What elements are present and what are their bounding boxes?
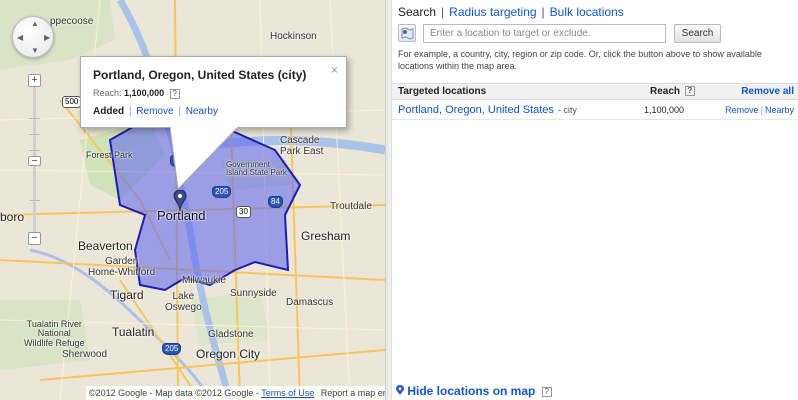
popup-reach: Reach: 1,100,000 ? (93, 88, 334, 99)
map-label: Garden Home-Whitford (88, 256, 156, 278)
map-label: Tualatin (112, 325, 155, 339)
pan-right-icon[interactable]: ▶ (44, 34, 50, 42)
map-label: Troutdale (330, 201, 372, 212)
map-label: Sunnyside (230, 288, 277, 299)
separator: | (128, 105, 132, 117)
popup-actions: Added | Remove | Nearby (93, 106, 334, 117)
search-button[interactable]: Search (674, 24, 721, 43)
targeting-panel: Search | Radius targeting | Bulk locations S… (392, 0, 798, 400)
map-label: Tigard (110, 288, 144, 302)
table-row: Portland, Oregon, United States - city 1,… (392, 101, 798, 120)
zoom-slider-handle[interactable]: − (28, 156, 41, 167)
separator: | (760, 105, 763, 115)
tab-bulk-locations[interactable]: Bulk locations (550, 5, 624, 19)
location-reach: 1,100,000 (644, 105, 685, 115)
report-error-link[interactable]: Report a map error (321, 388, 385, 398)
reach-label: Reach: (93, 88, 122, 98)
added-status: Added (93, 105, 125, 117)
terms-of-use-link[interactable]: Terms of Use (261, 388, 314, 398)
map-label: Tualatin River National Wildlife Refuge (24, 319, 85, 348)
map-attribution: ©2012 Google - Map data ©2012 Google - T… (86, 386, 385, 400)
zoom-tick (29, 150, 40, 151)
map-label: Lake Oswego (165, 291, 202, 313)
map-pin-icon (401, 27, 414, 40)
location-search-input[interactable] (423, 24, 666, 43)
column-header-location: Targeted locations (398, 86, 487, 97)
location-name[interactable]: Portland, Oregon, United States (398, 104, 554, 116)
location-marker-icon[interactable] (173, 190, 187, 212)
map-label: Beaverton (78, 239, 133, 253)
map-label: Forest Park (86, 150, 133, 160)
panel-divider[interactable] (385, 0, 392, 400)
map-label: Oregon City (196, 347, 261, 361)
map-label: Gladstone (208, 329, 254, 340)
pan-left-icon[interactable]: ◀ (17, 34, 23, 42)
zoom-tick (29, 200, 40, 201)
map-label: Cascade Park East (280, 135, 324, 157)
help-icon[interactable]: ? (541, 386, 552, 397)
location-info-popup: Portland, Oregon, United States (city) R… (80, 56, 347, 128)
zoom-out-button[interactable]: − (28, 232, 41, 245)
popup-title: Portland, Oregon, United States (city) (93, 68, 307, 82)
popup-pointer (170, 127, 239, 191)
map-label: Hockinson (270, 31, 317, 42)
map-pin-icon (396, 385, 404, 396)
help-icon[interactable]: ? (169, 88, 180, 99)
search-hint: For example, a country, city, region or … (398, 49, 762, 71)
remove-all-link[interactable]: Remove all (741, 84, 794, 100)
separator: | (178, 105, 181, 117)
map-label: Gresham (301, 229, 351, 243)
map-view[interactable]: ppecoose Hockinson Cascade Park East For… (0, 0, 385, 400)
map-label: Milwaukie (182, 275, 226, 286)
targeted-locations-header: Targeted locations Reach ? Remove all (392, 83, 798, 100)
column-header-reach: Reach ? (650, 84, 695, 100)
pan-up-icon[interactable]: ▲ (31, 20, 39, 28)
zoom-in-button[interactable]: + (28, 74, 41, 87)
targeted-location-link[interactable]: Portland, Oregon, United States - city (398, 101, 577, 119)
tab-radius-targeting[interactable]: Radius targeting (449, 5, 536, 19)
row-actions: Remove | Nearby (725, 101, 794, 119)
map-label: Damascus (286, 297, 334, 308)
row-remove-link[interactable]: Remove (725, 105, 759, 115)
separator: | (441, 5, 445, 19)
location-targeting-ui: ppecoose Hockinson Cascade Park East For… (0, 0, 798, 400)
zoom-tick (29, 118, 40, 119)
reach-value: 1,100,000 (124, 88, 165, 98)
tab-search[interactable]: Search (398, 5, 436, 19)
popup-remove-link[interactable]: Remove (136, 106, 173, 117)
row-nearby-link[interactable]: Nearby (765, 105, 794, 115)
interstate-shield: 84 (268, 196, 283, 208)
popup-nearby-link[interactable]: Nearby (186, 106, 218, 117)
targeting-tabs: Search | Radius targeting | Bulk locations (398, 5, 624, 19)
hide-locations-link[interactable]: Hide locations on map (407, 384, 535, 398)
highway-shield: 30 (236, 206, 251, 218)
close-icon[interactable]: × (331, 63, 338, 77)
map-label: boro (0, 210, 25, 224)
help-icon[interactable]: ? (684, 86, 695, 97)
highway-shield: 500 (62, 96, 82, 108)
map-label: Sherwood (62, 349, 108, 360)
copyright-text: ©2012 Google - Map data ©2012 Google - (89, 388, 259, 398)
interstate-shield: 205 (162, 343, 182, 355)
pan-down-icon[interactable]: ▼ (31, 47, 39, 55)
pan-control[interactable]: ▲ ▼ ◀ ▶ (12, 16, 54, 58)
location-type: - city (557, 105, 577, 115)
show-map-locations-button[interactable] (398, 24, 416, 42)
reach-header-label: Reach (650, 86, 681, 97)
separator: | (541, 5, 545, 19)
zoom-tick (29, 134, 40, 135)
hide-locations-toggle[interactable]: Hide locations on map ? (396, 384, 552, 398)
map-label: ppecoose (50, 16, 94, 27)
